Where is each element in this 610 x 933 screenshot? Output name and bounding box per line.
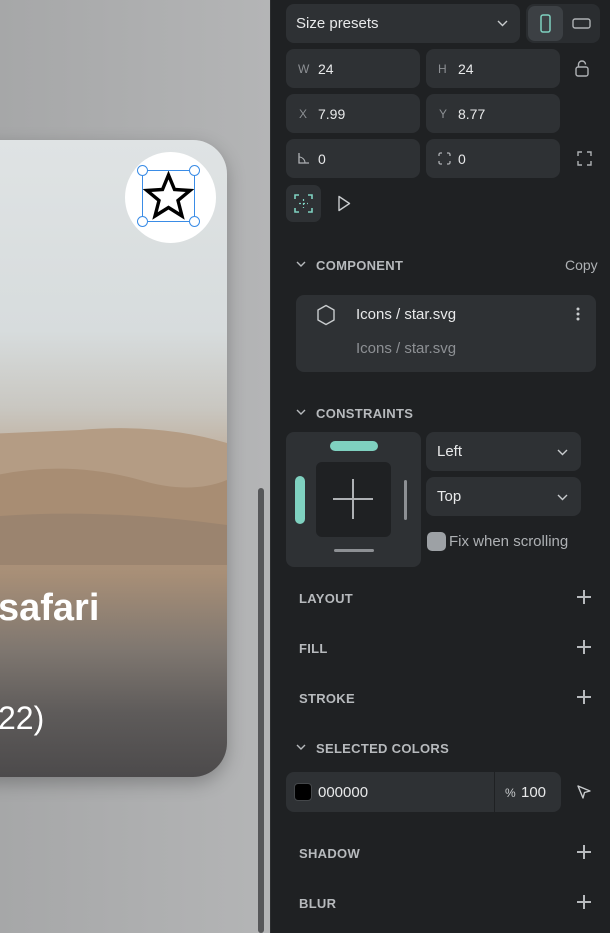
horizontal-constraint-dropdown[interactable]: Left (426, 432, 581, 471)
x-position-field[interactable]: X 7.99 (286, 94, 420, 133)
fix-when-scrolling-checkbox[interactable] (427, 532, 446, 551)
y-value[interactable]: 8.77 (458, 106, 485, 122)
component-section-title[interactable]: COMPONENT (316, 258, 403, 273)
color-opacity-field[interactable]: % 100 (495, 772, 561, 812)
constraint-right-bar[interactable] (404, 480, 407, 520)
resize-handle-bottom-right[interactable] (189, 216, 200, 227)
constraints-widget (286, 432, 421, 567)
constraint-top-bar[interactable] (330, 441, 378, 451)
vertical-constraint-dropdown[interactable]: Top (426, 477, 581, 516)
add-layout-icon[interactable] (577, 590, 591, 604)
width-label: W (298, 62, 310, 76)
resize-handle-top-right[interactable] (189, 165, 200, 176)
rotation-icon (298, 153, 309, 164)
color-hex-value[interactable]: 000000 (318, 784, 368, 801)
portrait-icon (540, 14, 551, 33)
size-presets-dropdown[interactable]: Size presets (286, 4, 520, 43)
y-label: Y (439, 107, 448, 121)
add-blur-icon[interactable] (577, 895, 591, 909)
design-panel: Size presets W 24 H 24 X 7.99 Y 8.77 0 0… (270, 0, 610, 933)
fill-section-title[interactable]: FILL (299, 641, 328, 656)
component-card[interactable]: Icons / star.svg Icons / star.svg (296, 295, 596, 372)
resize-handle-top-left[interactable] (137, 165, 148, 176)
size-presets-label: Size presets (296, 15, 379, 32)
chevron-down-icon (557, 449, 568, 456)
rotation-value[interactable]: 0 (318, 151, 326, 167)
constraints-section-title[interactable]: CONSTRAINTS (316, 406, 413, 421)
selection-box[interactable] (142, 170, 195, 222)
width-field[interactable]: W 24 (286, 49, 420, 88)
height-label: H (438, 62, 447, 76)
component-copy-link[interactable]: Copy (565, 257, 598, 273)
add-stroke-icon[interactable] (577, 690, 591, 704)
landscape-icon (572, 18, 591, 29)
x-value[interactable]: 7.99 (318, 106, 345, 122)
card-title: safari (0, 587, 100, 629)
color-swatch[interactable] (294, 783, 312, 801)
chevron-down-icon[interactable] (296, 409, 306, 416)
component-name: Icons / star.svg (356, 306, 457, 323)
desert-dunes-image (0, 428, 227, 565)
shadow-section-title[interactable]: SHADOW (299, 846, 360, 861)
grid-layout-button[interactable] (286, 185, 321, 222)
landscape-button[interactable] (564, 6, 599, 41)
stroke-section-title[interactable]: STROKE (299, 691, 355, 706)
portrait-button[interactable] (528, 6, 563, 41)
rotation-field[interactable]: 0 (286, 139, 420, 178)
add-fill-icon[interactable] (577, 640, 591, 654)
blur-section-title[interactable]: BLUR (299, 896, 336, 911)
add-shadow-icon[interactable] (577, 845, 591, 859)
opacity-symbol: % (505, 786, 516, 800)
play-icon[interactable] (337, 195, 351, 212)
orientation-toggle (526, 4, 600, 43)
selected-colors-section-title[interactable]: SELECTED COLORS (316, 741, 449, 756)
component-icon (317, 304, 335, 326)
chevron-down-icon[interactable] (296, 744, 306, 751)
frame-icon (294, 194, 313, 213)
radius-value[interactable]: 0 (458, 151, 466, 167)
layout-section-title[interactable]: LAYOUT (299, 591, 353, 606)
design-canvas[interactable]: safari 22) (0, 0, 270, 933)
select-color-cursor-icon[interactable] (576, 784, 592, 800)
vertical-constraint-value: Top (437, 488, 462, 505)
height-field[interactable]: H 24 (426, 49, 560, 88)
width-value[interactable]: 24 (318, 61, 334, 77)
radius-field[interactable]: 0 (426, 139, 560, 178)
constraint-bottom-bar[interactable] (334, 549, 374, 552)
lock-proportions-icon[interactable] (575, 60, 589, 77)
resize-handle-bottom-left[interactable] (137, 216, 148, 227)
color-hex-field[interactable]: 000000 (286, 772, 494, 812)
x-label: X (299, 107, 308, 121)
constraint-center-box[interactable] (316, 462, 391, 537)
horizontal-constraint-value: Left (437, 443, 463, 460)
chevron-down-icon (497, 20, 508, 27)
opacity-value[interactable]: 100 (521, 784, 546, 801)
canvas-scrollbar[interactable] (258, 488, 264, 933)
chevron-down-icon[interactable] (296, 261, 306, 268)
chevron-down-icon (557, 494, 568, 501)
fix-when-scrolling-label[interactable]: Fix when scrolling (449, 533, 568, 550)
constraint-left-bar[interactable] (295, 476, 305, 524)
independent-corners-icon[interactable] (577, 151, 592, 166)
height-value[interactable]: 24 (458, 61, 474, 77)
card-subtitle: 22) (0, 700, 45, 736)
y-position-field[interactable]: Y 8.77 (426, 94, 560, 133)
component-path: Icons / star.svg (356, 340, 457, 357)
more-options-icon[interactable] (576, 307, 580, 321)
radius-icon (438, 152, 451, 165)
